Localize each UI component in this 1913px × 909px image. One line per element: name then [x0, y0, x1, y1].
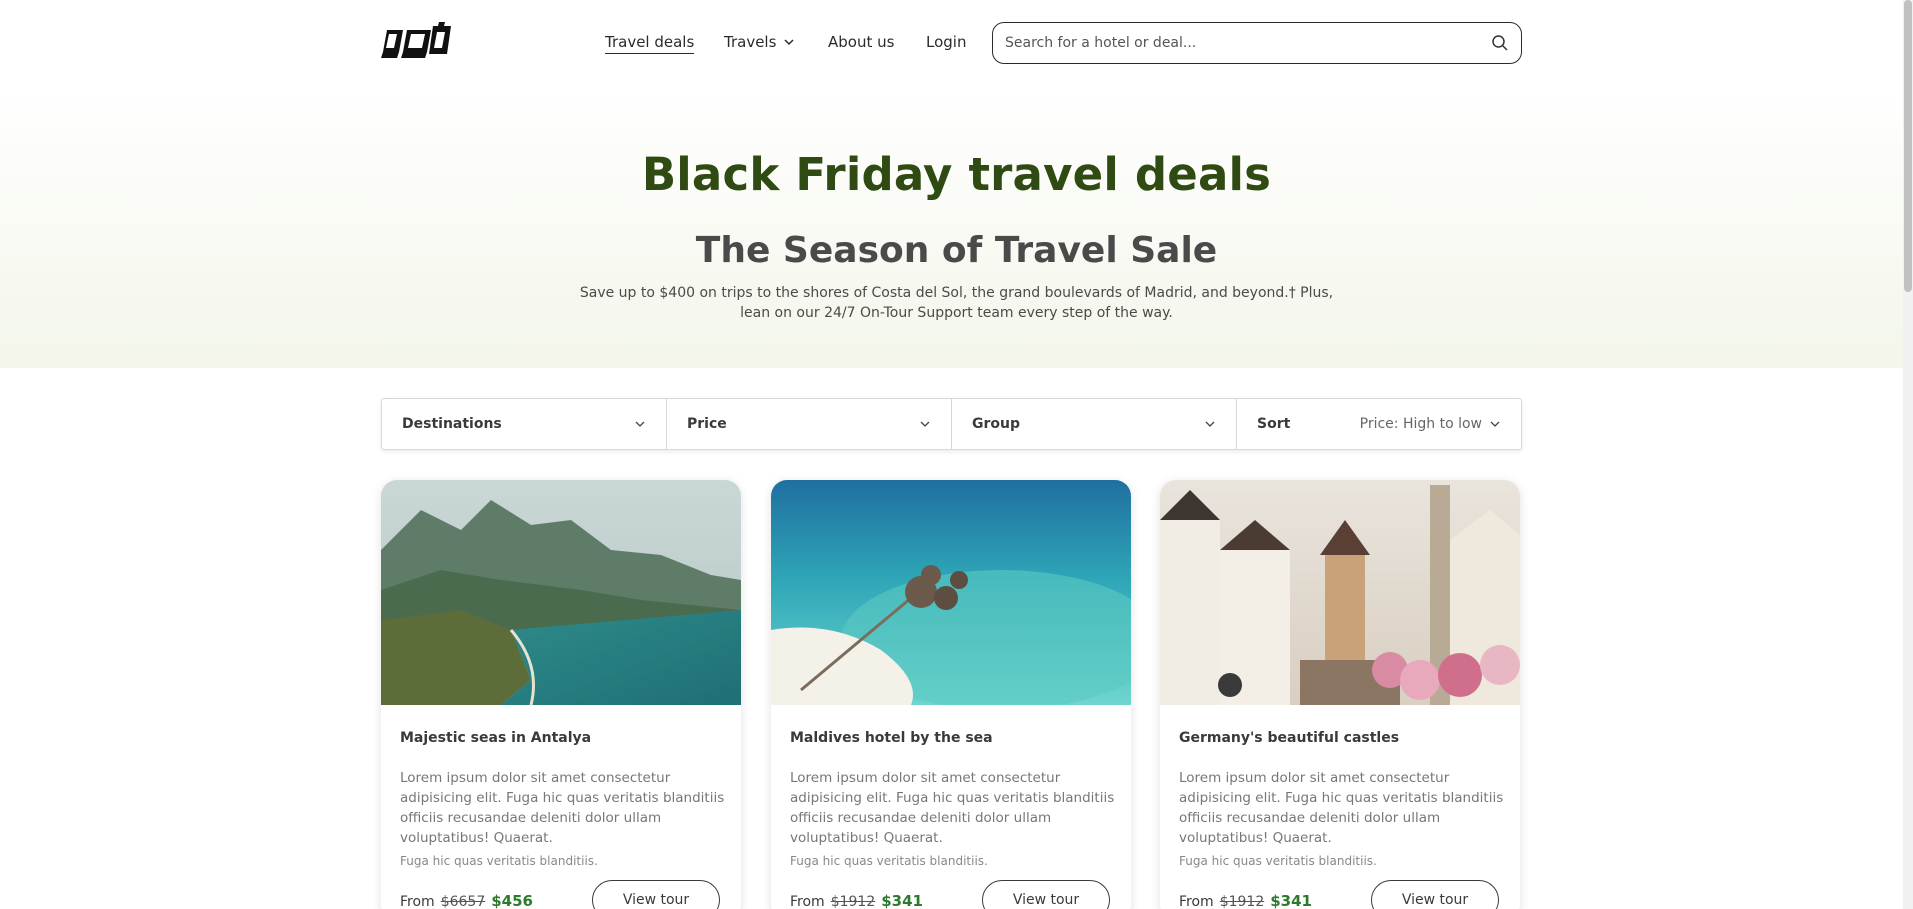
new-price: $341 — [1270, 892, 1312, 909]
search-bar — [992, 22, 1522, 64]
tour-image-maldives[interactable] — [771, 480, 1131, 705]
search-input[interactable] — [1005, 35, 1491, 51]
page: Travel deals Travels About us Login Blac… — [0, 0, 1913, 909]
tour-image-antalya[interactable] — [381, 480, 741, 705]
nav-login[interactable]: Login — [926, 30, 966, 54]
tour-description: Lorem ipsum dolor sit amet consectetur a… — [790, 770, 1115, 846]
filter-group-label: Group — [972, 416, 1021, 432]
scrollbar-thumb[interactable] — [1904, 0, 1912, 292]
new-price: $456 — [491, 892, 533, 909]
old-price: $1912 — [1219, 894, 1265, 909]
filter-sort-label: Sort — [1257, 416, 1291, 432]
filter-price[interactable]: Price — [667, 399, 952, 449]
filter-bar: Destinations Price Group Sort Price: Hig… — [381, 398, 1522, 450]
tour-card: Germany's beautiful castles Lorem ipsum … — [1160, 480, 1520, 909]
price-from-label: From — [1179, 894, 1214, 909]
chevron-down-icon — [1490, 421, 1500, 427]
tour-price: From $6657 $456 — [400, 892, 533, 909]
tour-title: Maldives hotel by the sea — [790, 730, 993, 746]
nav-travels-label: Travels — [724, 33, 777, 51]
sort-value-text: Price: High to low — [1359, 416, 1482, 432]
old-price: $1912 — [830, 894, 876, 909]
tour-note: Fuga hic quas veritatis blanditiis. — [790, 854, 988, 868]
tour-title: Majestic seas in Antalya — [400, 730, 592, 746]
filter-destinations[interactable]: Destinations — [382, 399, 667, 449]
tour-description: Lorem ipsum dolor sit amet consectetur a… — [1179, 770, 1504, 846]
tour-card: Majestic seas in Antalya Lorem ipsum dol… — [381, 480, 741, 909]
nav-about-us[interactable]: About us — [828, 30, 894, 54]
tour-card: Maldives hotel by the sea Lorem ipsum do… — [771, 480, 1131, 909]
tour-price: From $1912 $341 — [790, 892, 923, 909]
view-tour-button[interactable]: View tour — [1371, 880, 1499, 909]
nav-travel-deals[interactable]: Travel deals — [605, 30, 695, 54]
chevron-down-icon — [635, 421, 645, 427]
price-from-label: From — [400, 894, 435, 909]
nav-travels[interactable]: Travels — [724, 30, 795, 54]
view-tour-button[interactable]: View tour — [982, 880, 1110, 909]
new-price: $341 — [881, 892, 923, 909]
filter-price-label: Price — [687, 416, 727, 432]
chevron-down-icon — [1205, 421, 1215, 427]
page-scrollbar[interactable] — [1903, 0, 1913, 909]
filter-sort[interactable]: Sort Price: High to low — [1237, 399, 1521, 449]
tour-price: From $1912 $341 — [1179, 892, 1312, 909]
price-from-label: From — [790, 894, 825, 909]
tour-note: Fuga hic quas veritatis blanditiis. — [1179, 854, 1377, 868]
old-price: $6657 — [440, 894, 486, 909]
filter-destinations-label: Destinations — [402, 416, 502, 432]
sort-value: Price: High to low — [1360, 416, 1501, 432]
filter-group[interactable]: Group — [952, 399, 1237, 449]
tour-note: Fuga hic quas veritatis blanditiis. — [400, 854, 598, 868]
tour-title: Germany's beautiful castles — [1179, 730, 1400, 746]
view-tour-button[interactable]: View tour — [592, 880, 720, 909]
search-icon[interactable] — [1491, 34, 1509, 52]
site-header: Travel deals Travels About us Login — [0, 0, 1913, 90]
hero-title: Black Friday travel deals — [641, 148, 1272, 201]
tour-image-germany[interactable] — [1160, 480, 1520, 705]
hero-section: Black Friday travel deals The Season of … — [0, 90, 1913, 368]
hero-text: Save up to $400 on trips to the shores o… — [579, 285, 1334, 321]
chevron-down-icon — [784, 39, 794, 46]
tour-description: Lorem ipsum dolor sit amet consectetur a… — [400, 770, 725, 846]
hero-subtitle: The Season of Travel Sale — [695, 230, 1218, 271]
chevron-down-icon — [920, 421, 930, 427]
logo-icon[interactable] — [381, 20, 455, 62]
